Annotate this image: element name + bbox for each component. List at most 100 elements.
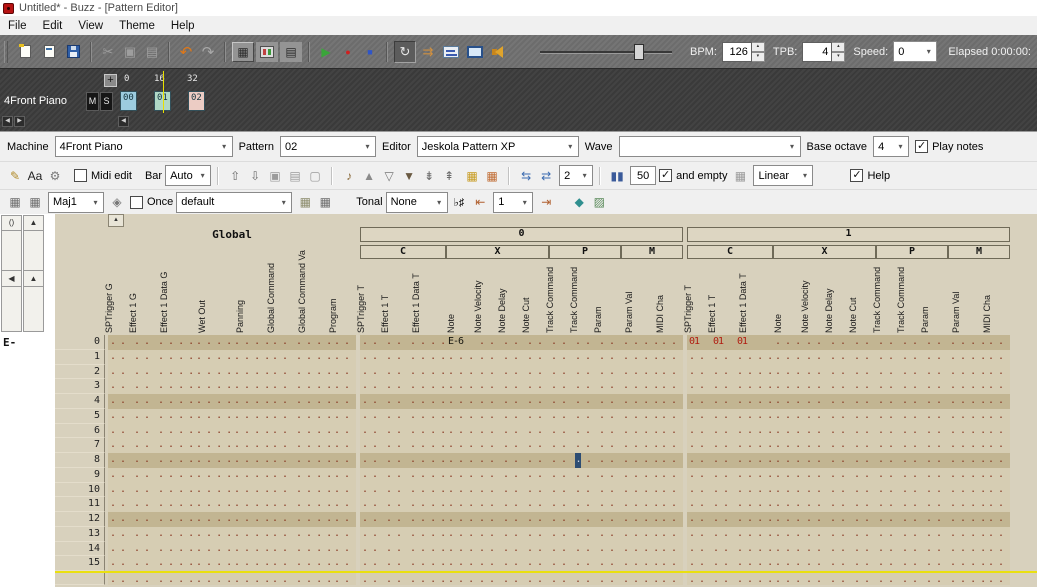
pattern-cell[interactable]: . . <box>852 365 876 380</box>
pattern-cell[interactable]: . . . . <box>294 512 332 527</box>
pattern-cell[interactable]: . . <box>108 453 132 468</box>
pattern-cell[interactable]: . . <box>477 468 501 483</box>
chord-grid-icon[interactable]: ▦ <box>315 192 335 212</box>
pattern-cell[interactable]: . . . . <box>948 483 986 498</box>
pattern-cell[interactable]: . . <box>852 424 876 439</box>
pattern-cell[interactable]: . . <box>687 379 711 394</box>
pattern-cell[interactable]: . . . . <box>621 497 659 512</box>
pattern-cell[interactable]: . . <box>711 497 735 512</box>
pattern-cell[interactable]: . . <box>360 542 384 557</box>
pattern-cell[interactable]: . . <box>852 379 876 394</box>
row-number[interactable]: 15 <box>55 556 105 571</box>
pattern-cell[interactable]: . . . <box>773 542 804 557</box>
pattern-cell[interactable]: . . <box>270 556 294 571</box>
pattern-cell[interactable]: . . . . <box>408 350 446 365</box>
pattern-cell[interactable]: . . . . <box>232 379 270 394</box>
pattern-cell[interactable]: . . <box>804 350 828 365</box>
pattern-cell[interactable]: . . . . <box>156 394 194 409</box>
pattern-cell[interactable]: . . <box>597 379 621 394</box>
pattern-cell[interactable]: . . <box>501 350 525 365</box>
row-number[interactable]: 5 <box>55 409 105 424</box>
pattern-cell[interactable]: . . <box>132 379 156 394</box>
pattern-cell[interactable]: . . . . <box>232 438 270 453</box>
pattern-cell[interactable]: . . <box>687 483 711 498</box>
pattern-cell[interactable]: . . . . <box>948 512 986 527</box>
pattern-cell[interactable]: . . <box>804 394 828 409</box>
machine-select[interactable]: 4Front Piano ▾ <box>55 136 233 157</box>
pattern-cell[interactable]: . . <box>876 527 900 542</box>
pattern-cell[interactable]: . . . . <box>232 365 270 380</box>
pattern-cell[interactable]: . . <box>573 497 597 512</box>
pattern-cell[interactable]: . . . <box>773 453 804 468</box>
pattern-cell[interactable]: . . . . <box>948 379 986 394</box>
pattern-cell[interactable]: . . <box>804 483 828 498</box>
pattern-cell[interactable]: . . . . <box>948 468 986 483</box>
pattern-cell[interactable]: . . <box>360 573 384 585</box>
pattern-cell[interactable]: . . <box>900 365 924 380</box>
pattern-cell[interactable]: . . <box>804 453 828 468</box>
pattern-cell[interactable]: . . . . <box>294 350 332 365</box>
pattern-cell[interactable]: . . <box>828 394 852 409</box>
pattern-cell[interactable]: . . . . <box>621 573 659 585</box>
pattern-cell[interactable]: . . <box>332 438 356 453</box>
pattern-cell[interactable]: . . . . <box>408 512 446 527</box>
pattern-cell[interactable]: . . <box>597 350 621 365</box>
pattern-cell[interactable]: . . <box>986 556 1010 571</box>
pattern-cell[interactable]: . . <box>573 424 597 439</box>
pattern-cell[interactable]: . . <box>573 350 597 365</box>
pattern-cell[interactable]: . . . . <box>294 483 332 498</box>
pattern-cell[interactable]: . . <box>597 573 621 585</box>
pattern-cell[interactable]: . . <box>501 527 525 542</box>
pattern-cell[interactable]: . . . . <box>948 365 986 380</box>
pattern-cell[interactable]: . . . <box>446 394 477 409</box>
pattern-cell[interactable]: . . <box>804 409 828 424</box>
pattern-cell[interactable]: . . <box>573 453 597 468</box>
pattern-cell[interactable]: . . <box>597 556 621 571</box>
pattern-cell[interactable]: . . . . <box>735 556 773 571</box>
add-track-icon[interactable]: ▦ <box>462 166 482 186</box>
pattern-cell[interactable]: . . . <box>773 497 804 512</box>
pattern-cell[interactable]: . . <box>924 468 948 483</box>
pattern-cell[interactable]: . . . . <box>735 453 773 468</box>
pattern-cell[interactable]: . . <box>852 483 876 498</box>
pattern-cell[interactable]: . . <box>687 556 711 571</box>
and-empty-checkbox[interactable]: ✓ and empty <box>659 169 727 182</box>
pattern-cell[interactable]: . . . . <box>294 542 332 557</box>
pattern-cell[interactable]: . . . . <box>621 512 659 527</box>
pattern-cell[interactable]: . . <box>525 542 549 557</box>
pattern-cell[interactable]: . . <box>270 394 294 409</box>
redo-icon[interactable]: ↷ <box>198 41 218 63</box>
interpolate-icon[interactable]: ▽ <box>379 166 399 186</box>
cut-icon[interactable]: ✂ <box>98 41 118 63</box>
pattern-cell[interactable]: . . <box>501 556 525 571</box>
row-number[interactable]: 9 <box>55 468 105 483</box>
pattern-cell[interactable]: . . <box>986 497 1010 512</box>
info-pane-button[interactable] <box>464 41 486 63</box>
pattern-cell[interactable]: . . . . <box>232 512 270 527</box>
pattern-cell[interactable]: . . <box>711 542 735 557</box>
pattern-cell[interactable]: . . . . <box>156 556 194 571</box>
undo-icon[interactable]: ↶ <box>176 41 196 63</box>
pattern-cell[interactable]: . . <box>132 483 156 498</box>
pattern-cell[interactable]: . . <box>924 438 948 453</box>
pattern-cell[interactable]: . . . <box>446 468 477 483</box>
pattern-cell[interactable]: . . <box>711 424 735 439</box>
sequence-pattern-cell[interactable]: 00 <box>120 91 137 111</box>
pattern-cell[interactable]: . . . . <box>621 394 659 409</box>
pattern-cell[interactable]: . . <box>332 365 356 380</box>
pattern-cell[interactable]: . . <box>549 468 573 483</box>
pattern-cell[interactable]: . . . . <box>621 542 659 557</box>
pattern-cell[interactable]: . . <box>986 453 1010 468</box>
row-number[interactable] <box>55 573 105 585</box>
note-next-icon[interactable]: ⇥ <box>536 192 556 212</box>
pattern-cell[interactable]: . . <box>332 409 356 424</box>
grid-icon[interactable]: ▦ <box>730 166 750 186</box>
pattern-cell[interactable]: . . . . <box>194 573 232 585</box>
pattern-cell[interactable]: . . . . <box>948 438 986 453</box>
pattern-cell[interactable]: . . . . <box>156 573 194 585</box>
pattern-cell[interactable]: . . <box>501 497 525 512</box>
pattern-cell[interactable]: . . <box>332 573 356 585</box>
octave-step-select[interactable]: 1 ▾ <box>493 192 533 213</box>
pattern-cell[interactable]: . . . <box>446 512 477 527</box>
pattern-cell[interactable]: . . <box>986 394 1010 409</box>
